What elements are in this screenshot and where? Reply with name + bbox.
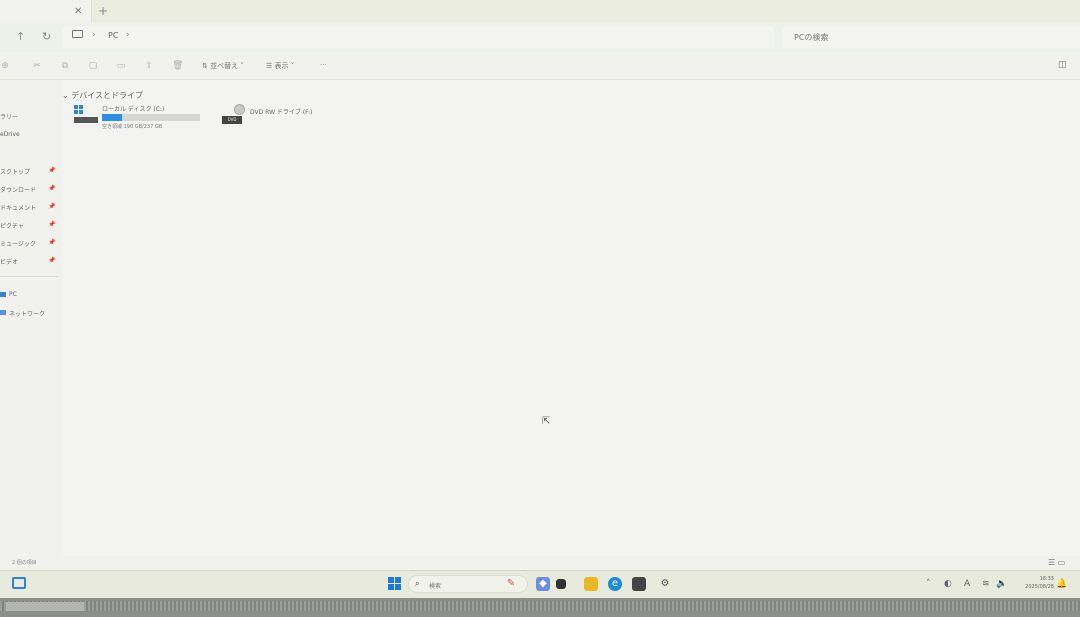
chevron-right-icon[interactable]: ›: [126, 30, 130, 40]
pc-icon: [0, 292, 6, 297]
disc-icon: [234, 104, 245, 115]
view-label: 表示: [274, 62, 289, 70]
widgets-icon[interactable]: [12, 577, 26, 589]
pc-icon: [72, 30, 83, 38]
search-placeholder: PCの検索: [794, 33, 829, 42]
title-bar: ✕ +: [0, 0, 1080, 22]
sidebar-item-network[interactable]: ネットワーク: [9, 309, 45, 318]
pin-icon: 📌: [48, 185, 56, 192]
copilot-icon[interactable]: ◆: [536, 577, 550, 591]
sidebar-item-desktop[interactable]: スクトップ: [0, 167, 30, 176]
paint-app-icon[interactable]: ✎: [504, 577, 518, 591]
command-bar: ⊕ ✂ ⧉ ▢ ▭ ⇪ 🗑 ⇅ 並べ替え ˅ ☰ 表示 ˅ ··· ◫: [0, 52, 1080, 80]
pin-icon: 📌: [48, 221, 56, 228]
pin-icon: 📌: [48, 257, 56, 264]
ime-icon[interactable]: A: [964, 579, 970, 589]
paste-icon[interactable]: ▢: [88, 61, 98, 71]
sidebar-item-music[interactable]: ミュージック: [0, 239, 36, 248]
sort-button[interactable]: ⇅ 並べ替え ˅: [202, 61, 244, 71]
settings-gear-icon[interactable]: ⚙: [658, 577, 672, 591]
start-button[interactable]: [388, 577, 402, 591]
clock-time[interactable]: 18:33: [1028, 576, 1054, 582]
address-field[interactable]: [62, 26, 774, 48]
item-count: 2 個の項目: [12, 560, 37, 566]
volume-icon[interactable]: 🔈: [996, 579, 1007, 589]
group-header-devices[interactable]: ⌄ デバイスとドライブ: [62, 90, 143, 101]
share-icon[interactable]: ⇪: [144, 61, 154, 71]
sidebar-item-gallery[interactable]: ラリー: [0, 112, 18, 121]
up-arrow-icon[interactable]: ↑: [16, 30, 25, 43]
drive-free-space: 空き領域 190 GB/237 GB: [102, 124, 163, 130]
bezel-sticker: [6, 602, 84, 611]
cut-icon[interactable]: ✂: [32, 61, 42, 71]
dvd-drive-icon: DVD: [222, 116, 242, 124]
status-bar: 2 個の項目 ☰ ▭: [0, 556, 1080, 570]
tab-pc[interactable]: ✕: [0, 0, 92, 22]
more-button[interactable]: ···: [320, 61, 327, 69]
sidebar-item-downloads[interactable]: ダウンロード: [0, 185, 36, 194]
sidebar-item-onedrive[interactable]: eDrive: [0, 131, 20, 138]
pin-icon: 📌: [48, 167, 56, 174]
new-icon[interactable]: ⊕: [0, 61, 10, 71]
sort-label: 並べ替え: [210, 62, 239, 70]
content-pane: ⌄ デバイスとドライブ ローカル ディスク (C:) 空き領域 190 GB/2…: [62, 80, 1080, 566]
navigation-pane: ラリー eDrive スクトップ 📌 ダウンロード 📌 ドキュメント 📌 ピクチ…: [0, 80, 62, 566]
terminal-icon[interactable]: [556, 579, 566, 589]
taskbar-search-label: 検索: [429, 583, 442, 590]
drive-usage-fill: [102, 114, 122, 121]
group-header-label: デバイスとドライブ: [71, 91, 144, 100]
sidebar-item-videos[interactable]: ビデオ: [0, 257, 18, 266]
mouse-cursor-icon: ⇱: [542, 416, 551, 427]
store-icon[interactable]: [632, 577, 646, 591]
app-tray-icon[interactable]: ◐: [944, 579, 952, 589]
sidebar-item-pc[interactable]: PC: [9, 291, 17, 298]
search-input[interactable]: PCの検索: [782, 26, 1080, 48]
view-button[interactable]: ☰ 表示 ˅: [266, 61, 294, 71]
clock-date[interactable]: 2025/08/28: [1012, 584, 1054, 590]
breadcrumb-pc[interactable]: PC: [108, 31, 118, 40]
search-icon: ⌕: [415, 579, 420, 588]
sidebar-item-pictures[interactable]: ピクチャ: [0, 221, 24, 230]
view-toggle-icons[interactable]: ☰ ▭: [1048, 558, 1065, 567]
copy-icon[interactable]: ⧉: [60, 61, 70, 71]
drive-item-c[interactable]: ローカル ディスク (C:) 空き領域 190 GB/237 GB: [72, 102, 202, 132]
windows-drive-icon: [74, 105, 84, 115]
drive-icon: [74, 117, 98, 123]
pin-icon: 📌: [48, 239, 56, 246]
drive-item-dvd[interactable]: DVD DVD RW ドライブ (F:): [220, 102, 320, 132]
address-bar: ↑ ↻ › PC › PCの検索: [0, 22, 1080, 52]
drive-usage-bar: [102, 114, 200, 121]
refresh-icon[interactable]: ↻: [42, 30, 51, 43]
drive-name: DVD RW ドライブ (F:): [250, 109, 313, 116]
pin-icon: 📌: [48, 203, 56, 210]
sidebar-divider: [0, 276, 58, 277]
rename-icon[interactable]: ▭: [116, 61, 126, 71]
wifi-icon[interactable]: ≋: [982, 579, 990, 589]
drive-name: ローカル ディスク (C:): [102, 106, 165, 113]
network-icon: [0, 310, 6, 315]
close-icon[interactable]: ✕: [74, 6, 82, 17]
new-tab-icon[interactable]: +: [98, 4, 108, 18]
chevron-up-icon[interactable]: ˄: [926, 579, 931, 589]
delete-icon[interactable]: 🗑: [172, 61, 183, 71]
notification-icon[interactable]: 🔔: [1056, 579, 1067, 589]
file-explorer-icon[interactable]: [584, 577, 598, 591]
taskbar: ⌕ 検索 ✎ ◆ e ⚙ ˄ ◐ A ≋ 🔈 18:33 2025/08/28 …: [0, 570, 1080, 598]
speaker-grille: [0, 601, 1080, 611]
sidebar-item-documents[interactable]: ドキュメント: [0, 203, 36, 212]
edge-icon[interactable]: e: [608, 577, 622, 591]
chevron-right-icon[interactable]: ›: [92, 30, 96, 40]
details-pane-icon[interactable]: ◫: [1058, 60, 1067, 70]
monitor-bezel: [0, 598, 1080, 617]
